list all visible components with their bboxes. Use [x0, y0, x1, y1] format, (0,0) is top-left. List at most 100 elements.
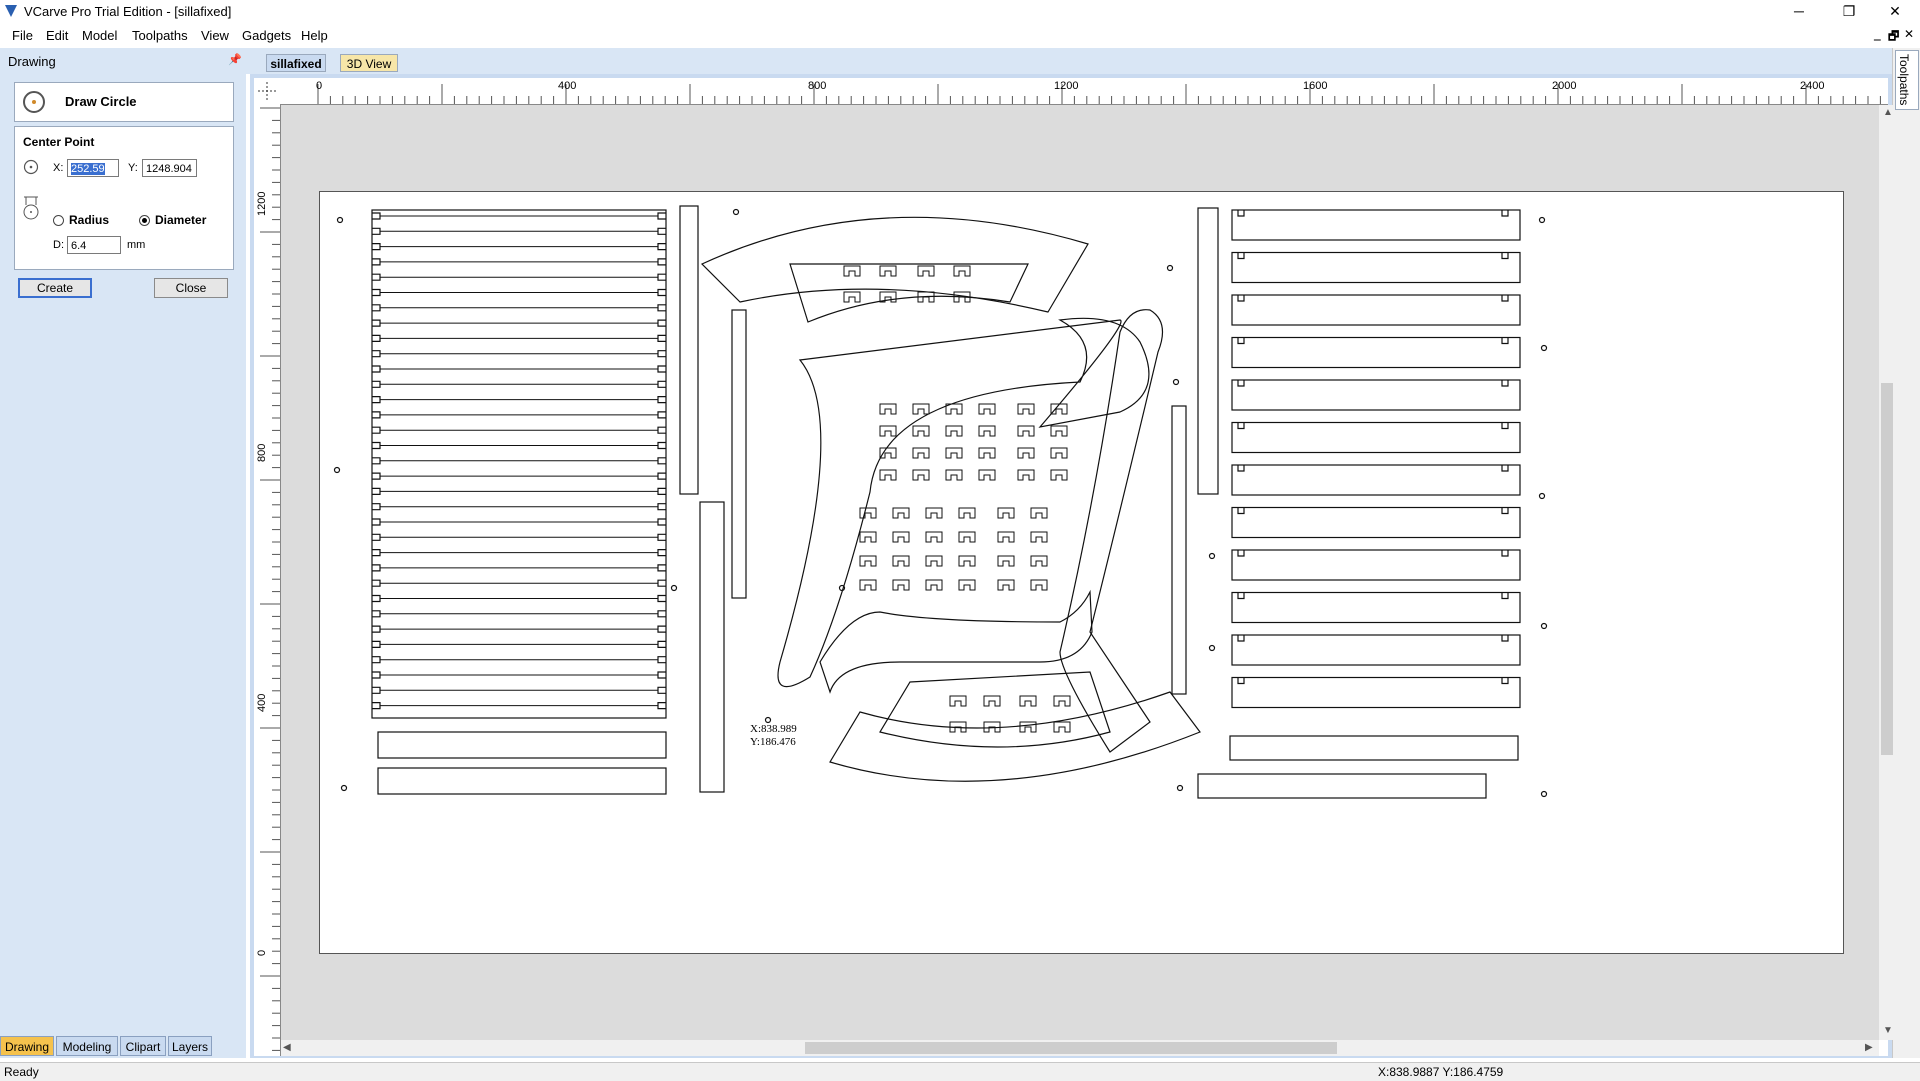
chair-side-outline[interactable] [777, 317, 1150, 688]
hole-circle[interactable] [333, 466, 341, 474]
ruler-v-label: 0 [256, 949, 268, 956]
tab-layers[interactable]: Layers [168, 1036, 212, 1056]
panel-title: Drawing [8, 54, 56, 69]
drawing-canvas[interactable]: X:838.989 Y:186.476 [281, 105, 1879, 1040]
bottom-inner-panel[interactable] [879, 671, 1111, 748]
slat-tab [657, 487, 666, 495]
material-sheet[interactable]: X:838.989 Y:186.476 [319, 191, 1844, 954]
close-button[interactable]: Close [154, 278, 228, 298]
menu-file[interactable]: File [12, 28, 33, 43]
vertical-ruler: 1200 800 400 0 [254, 104, 281, 1056]
menu-model[interactable]: Model [82, 28, 117, 43]
scroll-left-icon[interactable]: ◀ [283, 1042, 291, 1053]
close-window-button[interactable]: ✕ [1872, 0, 1918, 24]
slat-tab [657, 518, 666, 526]
tab-clipart[interactable]: Clipart [120, 1036, 166, 1056]
slot-cutout [879, 469, 897, 481]
slat-tab [657, 365, 666, 373]
menu-toolpaths[interactable]: Toolpaths [132, 28, 188, 43]
radius-radio[interactable] [53, 215, 64, 226]
slat-tab [372, 396, 381, 404]
chair-seat-curve[interactable] [819, 589, 1093, 694]
right-narrow-strip[interactable] [1197, 207, 1219, 495]
narrow-strip[interactable] [731, 309, 747, 599]
slot-cutout [879, 447, 897, 459]
hole-circle[interactable] [1166, 264, 1174, 272]
narrow-strip[interactable] [679, 205, 699, 495]
slat-tab [372, 380, 381, 388]
hole-circle[interactable] [1540, 622, 1548, 630]
pin-icon[interactable]: 📌 [228, 53, 242, 66]
slat-tab [657, 396, 666, 404]
maximize-button[interactable]: ❐ [1826, 0, 1872, 24]
hole-circle[interactable] [764, 716, 772, 724]
hole-circle[interactable] [732, 208, 740, 216]
chair-right-rail[interactable] [1059, 309, 1164, 753]
center-point-icon [23, 159, 39, 175]
right-bottom-slat[interactable] [1229, 735, 1519, 761]
scroll-up-icon[interactable]: ▲ [1883, 107, 1893, 118]
tab-sillafixed[interactable]: sillafixed [266, 54, 326, 72]
diameter-input[interactable]: 6.4 [67, 236, 121, 254]
hole-circle[interactable] [1538, 216, 1546, 224]
slat-tab [372, 702, 381, 710]
y-input[interactable]: 1248.904 [142, 159, 197, 177]
slot-cutout [925, 579, 943, 591]
slat-tab [657, 656, 666, 664]
create-button[interactable]: Create [18, 278, 92, 298]
right-slat-stack[interactable] [1231, 209, 1521, 709]
scroll-down-icon[interactable]: ▼ [1883, 1025, 1893, 1036]
hole-circle[interactable] [1176, 784, 1184, 792]
right-slat-notch [1237, 507, 1245, 515]
hole-circle[interactable] [336, 216, 344, 224]
bottom-slat[interactable] [377, 731, 667, 759]
hole-circle[interactable] [340, 784, 348, 792]
mdi-minimize-button[interactable]: ‗ [1874, 27, 1881, 41]
tab-drawing[interactable]: Drawing [0, 1036, 54, 1056]
right-slat [1231, 209, 1521, 241]
horizontal-scroll-thumb[interactable] [805, 1042, 1337, 1054]
top-inner-panel[interactable] [789, 263, 1029, 323]
vertical-scrollbar[interactable]: ▲ ▼ [1879, 105, 1895, 1040]
x-input[interactable]: 252.59 [67, 159, 119, 177]
document-tabs: sillafixed 3D View [246, 48, 1892, 74]
hole-circle[interactable] [1538, 492, 1546, 500]
menu-gadgets[interactable]: Gadgets [242, 28, 291, 43]
tab-modeling[interactable]: Modeling [56, 1036, 118, 1056]
slot-cutout [1053, 695, 1071, 707]
hole-circle[interactable] [1172, 378, 1180, 386]
slot-cutout [978, 447, 996, 459]
slat-tab [657, 533, 666, 541]
horizontal-scrollbar[interactable]: ◀ ▶ [281, 1040, 1879, 1056]
ruler-h-label: 800 [808, 80, 827, 92]
top-arc-piece[interactable] [700, 216, 1089, 313]
mdi-close-button[interactable]: ✕ [1904, 27, 1914, 41]
menu-view[interactable]: View [201, 28, 229, 43]
slat-tab [657, 258, 666, 266]
mdi-restore-button[interactable]: 🗗 [1888, 27, 1899, 48]
bottom-slat[interactable] [377, 767, 667, 795]
diameter-radio[interactable] [139, 215, 150, 226]
bottom-arc-piece[interactable] [829, 691, 1201, 782]
scroll-right-icon[interactable]: ▶ [1865, 1042, 1873, 1053]
hole-circle[interactable] [1540, 790, 1548, 798]
right-narrow-strip[interactable] [1171, 405, 1187, 695]
tab-3d-view[interactable]: 3D View [340, 54, 398, 72]
slat-block-outline[interactable] [371, 209, 667, 719]
slat-lines[interactable] [372, 212, 666, 710]
narrow-strip[interactable] [699, 501, 725, 793]
right-bottom-slat[interactable] [1197, 773, 1487, 799]
hole-circle[interactable] [670, 584, 678, 592]
vector-parts[interactable]: X:838.989 Y:186.476 [320, 192, 1843, 953]
hole-circle[interactable] [1208, 644, 1216, 652]
hole-circle[interactable] [1540, 344, 1548, 352]
vertical-scroll-thumb[interactable] [1881, 383, 1893, 755]
minimize-button[interactable]: ─ [1776, 0, 1822, 24]
slat-tab [657, 640, 666, 648]
slot-cutout [958, 555, 976, 567]
menu-edit[interactable]: Edit [46, 28, 68, 43]
hole-circle[interactable] [1208, 552, 1216, 560]
y-input-value: 1248.904 [146, 163, 192, 175]
ruler-corner[interactable] [254, 78, 280, 104]
menu-help[interactable]: Help [301, 28, 328, 43]
